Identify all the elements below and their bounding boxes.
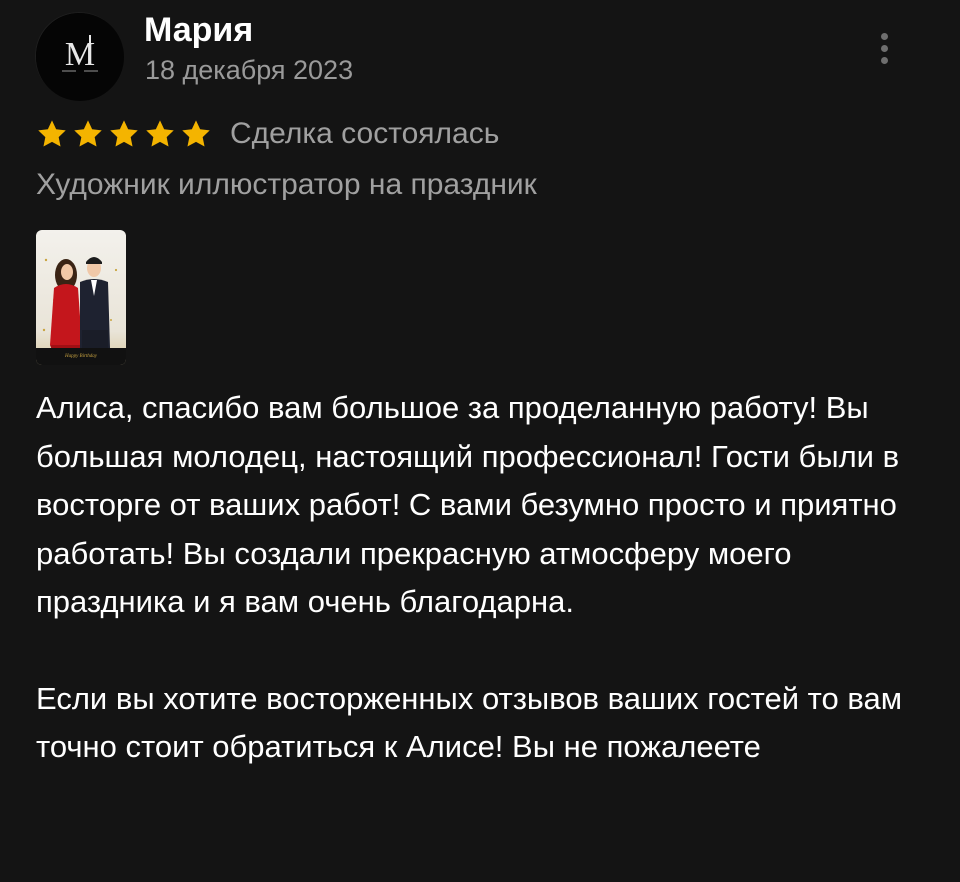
monogram-logo-icon: M bbox=[36, 13, 124, 101]
star-icon bbox=[110, 120, 138, 147]
deal-status: Сделка состоялась bbox=[230, 117, 500, 150]
star-icon bbox=[38, 120, 66, 147]
more-vertical-icon bbox=[880, 32, 888, 40]
review-text: Алиса, спасибо вам большое за проделанну… bbox=[36, 384, 936, 772]
more-options-button[interactable] bbox=[866, 24, 902, 72]
review-paragraph: Если вы хотите восторженных отзывов ваши… bbox=[36, 680, 903, 765]
portrait-illustration-icon: Happy Birthday bbox=[36, 230, 126, 365]
review-card: M Мария 18 декабря 2023 Сделка состоялас… bbox=[0, 0, 960, 882]
review-paragraph: Алиса, спасибо вам большое за проделанну… bbox=[36, 390, 900, 619]
author-name[interactable]: Мария bbox=[144, 8, 253, 52]
service-title: Художник иллюстратор на праздник bbox=[36, 168, 537, 201]
star-icon bbox=[146, 120, 174, 147]
more-vertical-icon-dot bbox=[880, 56, 888, 64]
star-icon bbox=[74, 120, 102, 147]
rating-row: Сделка состоялась bbox=[36, 114, 499, 154]
star-icon bbox=[182, 120, 210, 147]
more-vertical-icon-dot bbox=[880, 44, 888, 52]
review-date: 18 декабря 2023 bbox=[145, 55, 354, 85]
svg-text:Happy Birthday: Happy Birthday bbox=[64, 354, 98, 359]
author-avatar[interactable]: M bbox=[35, 12, 124, 101]
star-rating bbox=[36, 118, 212, 150]
review-photo[interactable]: Happy Birthday bbox=[36, 230, 126, 365]
